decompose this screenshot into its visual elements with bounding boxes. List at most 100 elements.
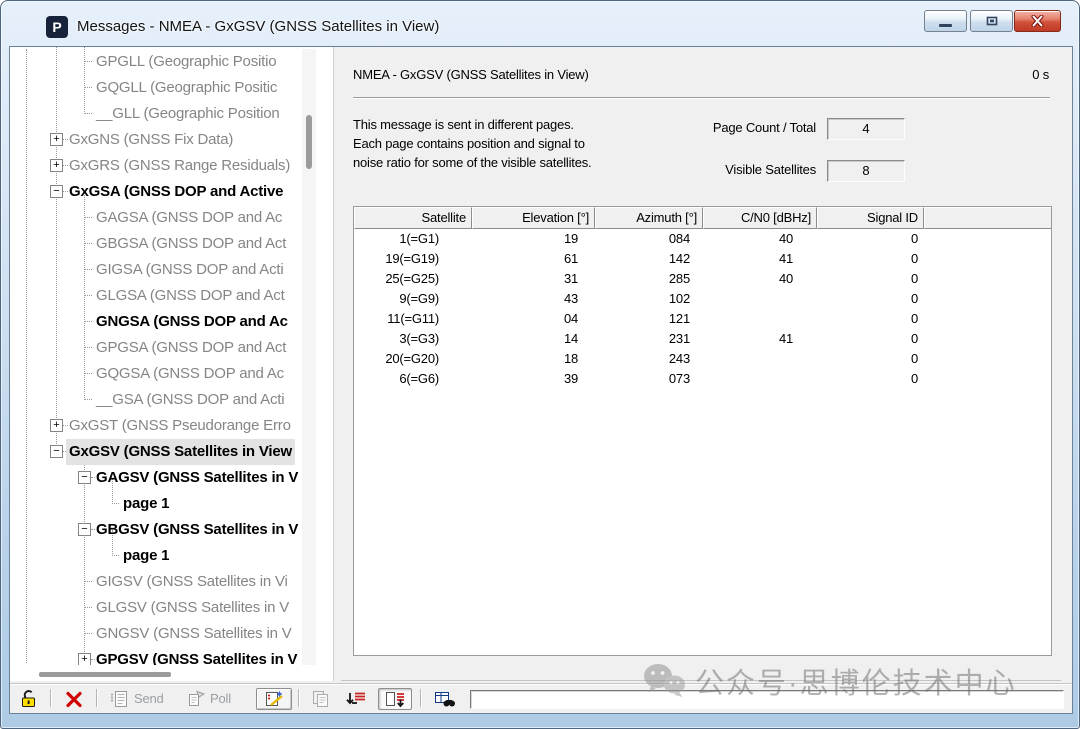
tree-horizontal-scrollbar[interactable]: [10, 667, 310, 681]
column-header[interactable]: Satellite: [354, 207, 472, 229]
expand-toggle-icon[interactable]: +: [78, 653, 91, 665]
pages-icon: [311, 690, 331, 708]
auto-scroll-button[interactable]: [378, 688, 412, 710]
tree-item-label: GQGLL (Geographic Positic: [96, 75, 277, 101]
restore-button[interactable]: [970, 10, 1013, 32]
table-cell: 61: [472, 249, 595, 269]
tree-item[interactable]: GIGSA (GNSS DOP and Acti: [10, 257, 310, 283]
column-header[interactable]: Azimuth [°]: [595, 207, 703, 229]
table-find-icon: [433, 690, 455, 708]
table-cell: [924, 329, 1052, 349]
tree-connector: [84, 373, 92, 374]
table-cell: 19: [472, 229, 595, 249]
lock-button[interactable]: [16, 688, 42, 710]
tree-item[interactable]: GNGSV (GNSS Satellites in V: [10, 621, 310, 647]
tree-item[interactable]: −GxGSA (GNSS DOP and Active: [10, 179, 310, 205]
column-header[interactable]: Signal ID: [817, 207, 924, 229]
table-cell: 102: [595, 289, 703, 309]
table-cell: 0: [817, 229, 924, 249]
collapse-toggle-icon[interactable]: −: [78, 471, 91, 484]
message-filter-field[interactable]: [470, 690, 1064, 709]
column-header[interactable]: C/N0 [dBHz]: [703, 207, 817, 229]
table-cell: 243: [595, 349, 703, 369]
expand-toggle-icon[interactable]: +: [50, 159, 63, 172]
send-label: Send: [134, 691, 164, 706]
copy-pages-button[interactable]: [308, 688, 334, 710]
minimize-icon: [939, 24, 952, 27]
tree-connector: [84, 399, 92, 400]
expand-toggle-icon[interactable]: +: [50, 419, 63, 432]
expand-toggle-icon[interactable]: +: [50, 133, 63, 146]
table-cell: 121: [595, 309, 703, 329]
customize-view-button[interactable]: [256, 688, 292, 710]
tree-item[interactable]: page 1: [10, 543, 310, 569]
tree-connector: [112, 555, 119, 556]
separator: [96, 689, 98, 707]
close-button[interactable]: [1014, 10, 1061, 32]
tree-item[interactable]: __GLL (Geographic Position: [10, 101, 310, 127]
tree-connector: [63, 139, 68, 140]
horizontal-scrollbar-thumb[interactable]: [39, 672, 171, 677]
table-cell: 04: [472, 309, 595, 329]
table-cell: 231: [595, 329, 703, 349]
tree-item[interactable]: GAGSA (GNSS DOP and Ac: [10, 205, 310, 231]
tree-item[interactable]: __GSA (GNSS DOP and Acti: [10, 387, 310, 413]
visible-satellites-label: Visible Satellites: [601, 162, 816, 177]
tree-item[interactable]: +GxGNS (GNSS Fix Data): [10, 127, 310, 153]
tree-item[interactable]: GQGSA (GNSS DOP and Ac: [10, 361, 310, 387]
find-message-button[interactable]: [430, 688, 458, 710]
tree-item[interactable]: GIGSV (GNSS Satellites in Vi: [10, 569, 310, 595]
tree-item[interactable]: −GxGSV (GNSS Satellites in View: [10, 439, 310, 465]
titlebar[interactable]: P Messages - NMEA - GxGSV (GNSS Satellit…: [1, 1, 1079, 46]
tree-item-label: GxGSV (GNSS Satellites in View: [66, 439, 295, 465]
tree-item-label: GLGSV (GNSS Satellites in V: [96, 595, 289, 621]
tree-item[interactable]: −GBGSV (GNSS Satellites in V: [10, 517, 310, 543]
tree-vertical-scrollbar[interactable]: [302, 49, 316, 665]
tree-item[interactable]: +GxGST (GNSS Pseudorange Erro: [10, 413, 310, 439]
tree-item[interactable]: +GxGRS (GNSS Range Residuals): [10, 153, 310, 179]
table-row: 6(=G6)390730: [354, 369, 1051, 389]
collapse-toggle-icon[interactable]: −: [50, 445, 63, 458]
tree-item-label: GIGSA (GNSS DOP and Acti: [96, 257, 284, 283]
tree-item[interactable]: GBGSA (GNSS DOP and Act: [10, 231, 310, 257]
table-cell: [703, 289, 817, 309]
tree-item-label: GNGSA (GNSS DOP and Ac: [96, 309, 288, 335]
vertical-scrollbar-thumb[interactable]: [306, 115, 312, 169]
description-line: noise ratio for some of the visible sate…: [353, 153, 591, 172]
table-cell: 0: [817, 269, 924, 289]
column-header[interactable]: Elevation [°]: [472, 207, 595, 229]
collapse-toggle-icon[interactable]: −: [50, 185, 63, 198]
tree-item[interactable]: GQGLL (Geographic Positic: [10, 75, 310, 101]
tree-item-label: GLGSA (GNSS DOP and Act: [96, 283, 285, 309]
column-header-spacer[interactable]: [924, 207, 1052, 229]
tree-item[interactable]: +GPGSV (GNSS Satellites in V: [10, 647, 310, 665]
tree-item[interactable]: GPGSA (GNSS DOP and Act: [10, 335, 310, 361]
tree-item-label: GBGSA (GNSS DOP and Act: [96, 231, 286, 257]
scroll-to-previous-button[interactable]: [342, 688, 370, 710]
tree-item-label: GPGSA (GNSS DOP and Act: [96, 335, 286, 361]
tree-item-label: page 1: [123, 543, 169, 569]
tree-item[interactable]: −GAGSV (GNSS Satellites in V: [10, 465, 310, 491]
clear-button[interactable]: [60, 688, 88, 710]
table-cell: 0: [817, 309, 924, 329]
poll-icon: [186, 690, 206, 708]
send-button[interactable]: [108, 688, 130, 710]
minimize-button[interactable]: [924, 10, 967, 32]
collapse-toggle-icon[interactable]: −: [78, 523, 91, 536]
table-cell: [703, 349, 817, 369]
message-view-title: NMEA - GxGSV (GNSS Satellites in View): [353, 67, 589, 82]
table-cell: 18: [472, 349, 595, 369]
tree-item[interactable]: GPGLL (Geographic Positio: [10, 49, 310, 75]
tree-item[interactable]: GNGSA (GNSS DOP and Ac: [10, 309, 310, 335]
tree-item[interactable]: GLGSA (GNSS DOP and Act: [10, 283, 310, 309]
tree-connector: [84, 633, 92, 634]
poll-button[interactable]: [184, 688, 208, 710]
wizard-icon: [263, 689, 285, 709]
tree-item-label: __GSA (GNSS DOP and Acti: [96, 387, 284, 413]
table-row: 25(=G25)31285400: [354, 269, 1051, 289]
tree-item[interactable]: GLGSV (GNSS Satellites in V: [10, 595, 310, 621]
clear-x-icon: [65, 691, 83, 708]
table-cell: 19(=G19): [354, 249, 472, 269]
tree-item[interactable]: page 1: [10, 491, 310, 517]
table-cell: [924, 249, 1052, 269]
